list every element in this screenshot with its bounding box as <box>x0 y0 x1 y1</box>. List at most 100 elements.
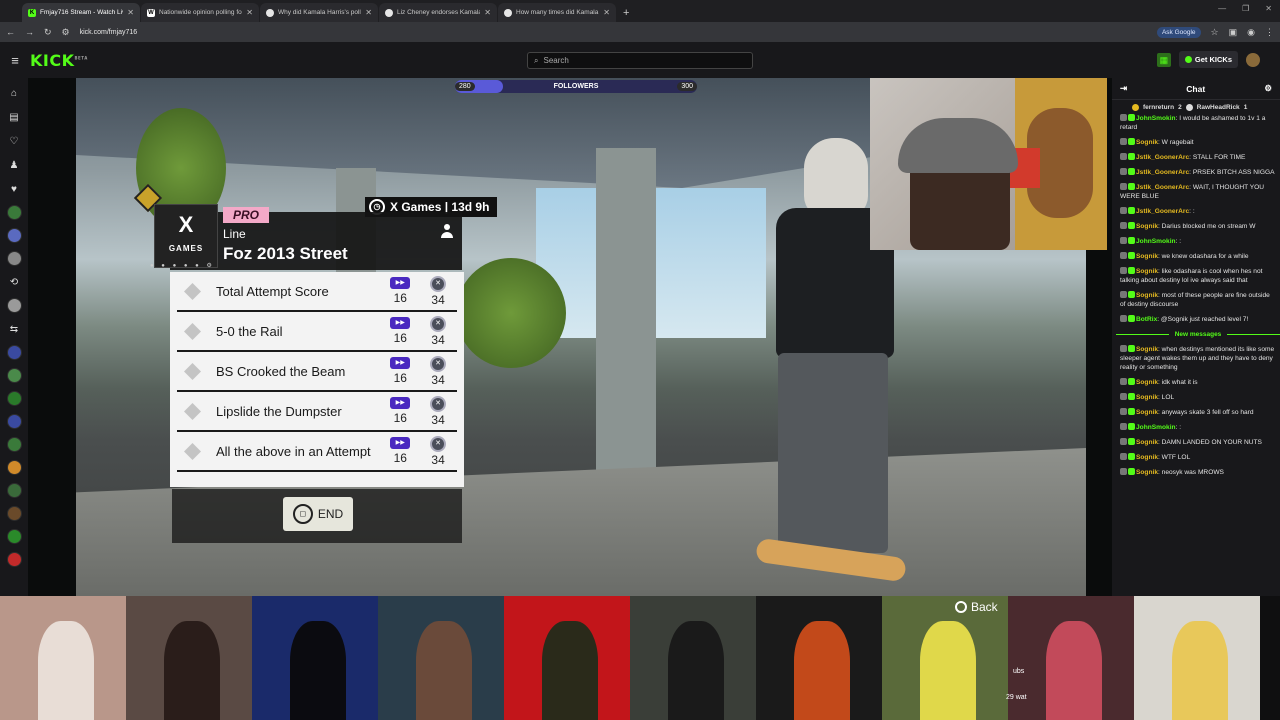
site-info-icon[interactable]: ⚙ <box>62 27 70 38</box>
sub-badge-icon <box>1128 468 1135 475</box>
browser-tab[interactable]: How many times did Kamala c ✕ <box>498 3 616 22</box>
get-kicks-button[interactable]: Get KICKs <box>1178 51 1238 68</box>
close-tab-icon[interactable]: ✕ <box>603 8 610 17</box>
user-badge-icon <box>1120 222 1127 229</box>
channel-avatar[interactable] <box>6 345 22 360</box>
url-field[interactable]: kick.com/fmjay716 <box>80 29 1147 36</box>
chat-username[interactable]: Sognik <box>1136 253 1158 260</box>
challenge-title: Foz 2013 Street <box>223 244 348 263</box>
forward-arrow-icon[interactable]: → <box>25 27 34 37</box>
new-tab-button[interactable]: + <box>623 7 629 19</box>
close-window-icon[interactable]: ✕ <box>1265 4 1272 13</box>
channel-avatar[interactable] <box>6 368 22 383</box>
extensions-icon[interactable]: ▣ <box>1229 27 1238 38</box>
back-arrow-icon[interactable]: ← <box>6 27 15 37</box>
close-tab-icon[interactable]: ✕ <box>127 8 134 17</box>
profile-icon[interactable]: ◉ <box>1247 27 1255 38</box>
channel-avatar[interactable] <box>6 437 22 452</box>
chat-username[interactable]: Sognik <box>1136 409 1158 416</box>
circle-button-icon: ◻ <box>292 504 313 524</box>
chat-username[interactable]: Jstlk_GoonerArc <box>1136 154 1189 161</box>
browser-tab[interactable]: Liz Cheney endorses Kamala H ✕ <box>379 3 497 22</box>
bookmark-star-icon[interactable]: ☆ <box>1211 27 1219 38</box>
home-icon[interactable]: ⌂ <box>0 82 28 106</box>
back-button[interactable]: Back <box>955 600 998 614</box>
minimize-icon[interactable]: — <box>1218 4 1226 13</box>
browser-tab[interactable]: W Nationwide opinion polling fo ✕ <box>141 3 259 22</box>
channel-avatar[interactable] <box>6 460 22 475</box>
recommended-arrows-icon[interactable]: ⇆ <box>0 318 28 342</box>
sub-badge-icon <box>1128 267 1135 274</box>
chat-username[interactable]: Sognik <box>1136 223 1158 230</box>
search-input[interactable]: ⌕ Search <box>527 52 753 69</box>
emote-figure <box>919 620 977 720</box>
followers-max: 300 <box>677 82 697 91</box>
chat-username[interactable]: Jstlk_GoonerArc <box>1136 184 1189 191</box>
channel-avatar[interactable] <box>6 391 22 406</box>
ask-google-button[interactable]: Ask Google <box>1156 26 1201 38</box>
channel-avatar[interactable] <box>6 483 22 498</box>
chat-username[interactable]: Sognik <box>1136 469 1158 476</box>
chat-username[interactable]: JohnSmokin <box>1136 115 1176 122</box>
window-controls: — ❐ ✕ <box>1218 4 1272 13</box>
chat-username[interactable]: Sognik <box>1136 292 1158 299</box>
objective-label: 5-0 the Rail <box>216 323 283 339</box>
scene-tree <box>456 258 566 368</box>
menu-dots-icon[interactable]: ⋮ <box>1265 27 1274 38</box>
channel-avatar[interactable] <box>6 529 22 544</box>
user-avatar[interactable] <box>1246 52 1260 67</box>
browser-tab[interactable]: K Fmjay716 Stream - Watch Live ✕ <box>22 3 140 22</box>
browser-tab-bar: K Fmjay716 Stream - Watch Live ✕ W Nationwi… <box>0 0 1280 22</box>
kick-logo[interactable]: KICKBETA <box>30 51 88 70</box>
chat-username[interactable]: Sognik <box>1136 346 1158 353</box>
browser-tab[interactable]: Why did Kamala Harris's polling ✕ <box>260 3 378 22</box>
channel-avatar[interactable] <box>6 414 22 429</box>
followed-channel-avatar[interactable] <box>6 228 22 243</box>
sub-badge-icon <box>1128 183 1135 190</box>
chat-username[interactable]: Sognik <box>1136 454 1158 461</box>
chat-username[interactable]: JohnSmokin <box>1136 238 1176 245</box>
close-tab-icon[interactable]: ✕ <box>484 8 491 17</box>
hamburger-menu-icon[interactable]: ≡ <box>0 53 30 68</box>
chat-text: STALL FOR TIME <box>1192 154 1246 161</box>
reload-icon[interactable]: ↻ <box>44 27 52 38</box>
collapse-chat-icon[interactable]: ⇥ <box>1120 83 1127 94</box>
gifter-badge-icon <box>1185 103 1193 111</box>
emote-figure <box>415 620 473 720</box>
video-player[interactable]: 280 FOLLOWERS 300 ◷ X Games | 13d 9h X GA… <box>28 78 1112 596</box>
favorites-heart-icon[interactable]: ♥ <box>0 178 28 202</box>
followed-channel-avatar[interactable] <box>6 251 22 266</box>
followers-label: FOLLOWERS <box>553 83 599 90</box>
chat-username[interactable]: Sognik <box>1136 439 1158 446</box>
categories-icon[interactable]: ♟ <box>0 154 28 178</box>
followed-channel-avatar[interactable] <box>6 205 22 220</box>
gift-icon[interactable]: ▦ <box>1156 52 1171 67</box>
channel-avatar[interactable] <box>6 506 22 521</box>
following-icon[interactable]: ♡ <box>0 130 28 154</box>
emote-figure <box>163 620 221 720</box>
sub-badge-icon <box>1128 378 1135 385</box>
followed-channel-avatar[interactable] <box>6 298 22 313</box>
top-gifters: fernreturn 2 RawHeadRick 1 <box>1112 100 1280 114</box>
close-tab-icon[interactable]: ✕ <box>365 8 372 17</box>
chat-settings-icon[interactable]: ⚙ <box>1264 83 1272 94</box>
chat-username[interactable]: Sognik <box>1136 394 1158 401</box>
chat-message: Jstlk_GoonerArc: WAIT, I THOUGHT YOU WER… <box>1120 183 1265 200</box>
end-button[interactable]: ◻ END <box>283 497 353 531</box>
channel-avatar[interactable] <box>6 552 22 567</box>
sub-badge-icon <box>1128 114 1135 121</box>
browse-icon[interactable]: ▤ <box>0 106 28 130</box>
chat-username[interactable]: Jstlk_GoonerArc <box>1136 208 1189 215</box>
chat-username[interactable]: BotRix <box>1136 316 1157 323</box>
maximize-icon[interactable]: ❐ <box>1242 4 1249 13</box>
chat-username[interactable]: Sognik <box>1136 268 1158 275</box>
chat-username[interactable]: JohnSmokin <box>1136 424 1176 431</box>
chat-username[interactable]: Jstlk_GoonerArc <box>1136 169 1189 176</box>
objective-checkbox-icon <box>184 282 201 300</box>
player-icon <box>440 224 454 240</box>
recommended-icon[interactable]: ⟲ <box>0 271 28 295</box>
close-tab-icon[interactable]: ✕ <box>246 8 253 17</box>
emote-tile <box>1134 596 1260 720</box>
chat-username[interactable]: Sognik <box>1136 379 1158 386</box>
chat-username[interactable]: Sognik <box>1136 139 1158 146</box>
